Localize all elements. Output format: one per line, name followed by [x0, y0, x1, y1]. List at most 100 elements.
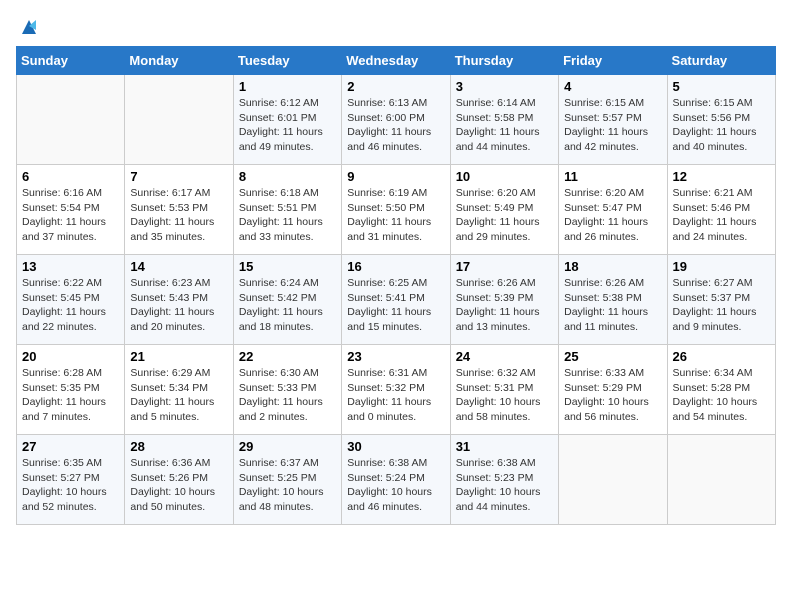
day-number: 1	[239, 79, 336, 94]
calendar-cell: 22 Sunrise: 6:30 AM Sunset: 5:33 PM Dayli…	[233, 345, 341, 435]
day-number: 25	[564, 349, 661, 364]
calendar-header-row: SundayMondayTuesdayWednesdayThursdayFrid…	[17, 47, 776, 75]
day-number: 24	[456, 349, 553, 364]
day-info: Sunrise: 6:17 AM Sunset: 5:53 PM Dayligh…	[130, 186, 227, 245]
day-info: Sunrise: 6:37 AM Sunset: 5:25 PM Dayligh…	[239, 456, 336, 515]
calendar-cell: 11Sunrise: 6:20 AM Sunset: 5:47 PM Dayli…	[559, 165, 667, 255]
calendar-cell: 30Sunrise: 6:38 AM Sunset: 5:24 PM Dayli…	[342, 435, 450, 525]
calendar-cell: 21 Sunrise: 6:29 AM Sunset: 5:34 PM Dayli…	[125, 345, 233, 435]
day-info: Sunrise: 6:28 AM Sunset: 5:35 PM Dayligh…	[22, 366, 119, 425]
day-info: Sunrise: 6:32 AM Sunset: 5:31 PM Dayligh…	[456, 366, 553, 425]
calendar-table: SundayMondayTuesdayWednesdayThursdayFrid…	[16, 46, 776, 525]
calendar-cell	[667, 435, 775, 525]
day-info: Sunrise: 6:21 AM Sunset: 5:46 PM Dayligh…	[673, 186, 770, 245]
calendar-week-row: 6 Sunrise: 6:16 AM Sunset: 5:54 PM Daylig…	[17, 165, 776, 255]
header-sunday: Sunday	[17, 47, 125, 75]
day-info: Sunrise: 6:30 AM Sunset: 5:33 PM Dayligh…	[239, 366, 336, 425]
day-number: 15	[239, 259, 336, 274]
calendar-cell: 2Sunrise: 6:13 AM Sunset: 6:00 PM Daylig…	[342, 75, 450, 165]
calendar-cell: 16 Sunrise: 6:25 AM Sunset: 5:41 PM Dayli…	[342, 255, 450, 345]
day-info: Sunrise: 6:26 AM Sunset: 5:38 PM Dayligh…	[564, 276, 661, 335]
day-info: Sunrise: 6:14 AM Sunset: 5:58 PM Dayligh…	[456, 96, 553, 155]
calendar-cell: 13Sunrise: 6:22 AM Sunset: 5:45 PM Dayli…	[17, 255, 125, 345]
calendar-cell: 20Sunrise: 6:28 AM Sunset: 5:35 PM Dayli…	[17, 345, 125, 435]
header-monday: Monday	[125, 47, 233, 75]
calendar-cell: 23 Sunrise: 6:31 AM Sunset: 5:32 PM Dayli…	[342, 345, 450, 435]
day-number: 29	[239, 439, 336, 454]
calendar-cell: 27 Sunrise: 6:35 AM Sunset: 5:27 PM Dayli…	[17, 435, 125, 525]
day-info: Sunrise: 6:29 AM Sunset: 5:34 PM Dayligh…	[130, 366, 227, 425]
day-info: Sunrise: 6:13 AM Sunset: 6:00 PM Dayligh…	[347, 96, 444, 155]
day-info: Sunrise: 6:26 AM Sunset: 5:39 PM Dayligh…	[456, 276, 553, 335]
calendar-cell: 3 Sunrise: 6:14 AM Sunset: 5:58 PM Daylig…	[450, 75, 558, 165]
header-friday: Friday	[559, 47, 667, 75]
day-info: Sunrise: 6:38 AM Sunset: 5:23 PM Dayligh…	[456, 456, 553, 515]
day-info: Sunrise: 6:35 AM Sunset: 5:27 PM Dayligh…	[22, 456, 119, 515]
day-info: Sunrise: 6:31 AM Sunset: 5:32 PM Dayligh…	[347, 366, 444, 425]
calendar-cell: 5Sunrise: 6:15 AM Sunset: 5:56 PM Daylig…	[667, 75, 775, 165]
calendar-cell: 14Sunrise: 6:23 AM Sunset: 5:43 PM Dayli…	[125, 255, 233, 345]
day-number: 12	[673, 169, 770, 184]
calendar-cell: 29 Sunrise: 6:37 AM Sunset: 5:25 PM Dayli…	[233, 435, 341, 525]
calendar-cell: 1 Sunrise: 6:12 AM Sunset: 6:01 PM Daylig…	[233, 75, 341, 165]
logo-icon	[18, 16, 40, 38]
calendar-cell: 12 Sunrise: 6:21 AM Sunset: 5:46 PM Dayli…	[667, 165, 775, 255]
day-number: 18	[564, 259, 661, 274]
page-header	[16, 16, 776, 38]
day-number: 16	[347, 259, 444, 274]
calendar-cell: 9 Sunrise: 6:19 AM Sunset: 5:50 PM Daylig…	[342, 165, 450, 255]
calendar-cell: 17 Sunrise: 6:26 AM Sunset: 5:39 PM Dayli…	[450, 255, 558, 345]
day-info: Sunrise: 6:25 AM Sunset: 5:41 PM Dayligh…	[347, 276, 444, 335]
day-number: 30	[347, 439, 444, 454]
day-number: 4	[564, 79, 661, 94]
calendar-cell: 19 Sunrise: 6:27 AM Sunset: 5:37 PM Dayli…	[667, 255, 775, 345]
calendar-cell	[559, 435, 667, 525]
day-info: Sunrise: 6:19 AM Sunset: 5:50 PM Dayligh…	[347, 186, 444, 245]
day-number: 21	[130, 349, 227, 364]
day-number: 11	[564, 169, 661, 184]
calendar-cell: 6 Sunrise: 6:16 AM Sunset: 5:54 PM Daylig…	[17, 165, 125, 255]
day-number: 19	[673, 259, 770, 274]
calendar-cell: 7Sunrise: 6:17 AM Sunset: 5:53 PM Daylig…	[125, 165, 233, 255]
calendar-week-row: 1 Sunrise: 6:12 AM Sunset: 6:01 PM Daylig…	[17, 75, 776, 165]
header-thursday: Thursday	[450, 47, 558, 75]
calendar-cell: 10 Sunrise: 6:20 AM Sunset: 5:49 PM Dayli…	[450, 165, 558, 255]
calendar-cell: 18 Sunrise: 6:26 AM Sunset: 5:38 PM Dayli…	[559, 255, 667, 345]
header-tuesday: Tuesday	[233, 47, 341, 75]
day-info: Sunrise: 6:34 AM Sunset: 5:28 PM Dayligh…	[673, 366, 770, 425]
day-number: 6	[22, 169, 119, 184]
day-info: Sunrise: 6:36 AM Sunset: 5:26 PM Dayligh…	[130, 456, 227, 515]
calendar-cell: 31 Sunrise: 6:38 AM Sunset: 5:23 PM Dayli…	[450, 435, 558, 525]
day-number: 27	[22, 439, 119, 454]
day-info: Sunrise: 6:18 AM Sunset: 5:51 PM Dayligh…	[239, 186, 336, 245]
header-wednesday: Wednesday	[342, 47, 450, 75]
day-info: Sunrise: 6:15 AM Sunset: 5:57 PM Dayligh…	[564, 96, 661, 155]
logo	[16, 16, 40, 38]
day-number: 8	[239, 169, 336, 184]
day-number: 9	[347, 169, 444, 184]
calendar-week-row: 13Sunrise: 6:22 AM Sunset: 5:45 PM Dayli…	[17, 255, 776, 345]
day-number: 26	[673, 349, 770, 364]
day-info: Sunrise: 6:33 AM Sunset: 5:29 PM Dayligh…	[564, 366, 661, 425]
day-number: 3	[456, 79, 553, 94]
day-number: 28	[130, 439, 227, 454]
day-number: 17	[456, 259, 553, 274]
calendar-cell: 26 Sunrise: 6:34 AM Sunset: 5:28 PM Dayli…	[667, 345, 775, 435]
day-info: Sunrise: 6:24 AM Sunset: 5:42 PM Dayligh…	[239, 276, 336, 335]
day-info: Sunrise: 6:16 AM Sunset: 5:54 PM Dayligh…	[22, 186, 119, 245]
calendar-cell: 4 Sunrise: 6:15 AM Sunset: 5:57 PM Daylig…	[559, 75, 667, 165]
day-info: Sunrise: 6:27 AM Sunset: 5:37 PM Dayligh…	[673, 276, 770, 335]
calendar-cell: 15 Sunrise: 6:24 AM Sunset: 5:42 PM Dayli…	[233, 255, 341, 345]
day-number: 10	[456, 169, 553, 184]
calendar-cell: 28 Sunrise: 6:36 AM Sunset: 5:26 PM Dayli…	[125, 435, 233, 525]
day-info: Sunrise: 6:22 AM Sunset: 5:45 PM Dayligh…	[22, 276, 119, 335]
day-info: Sunrise: 6:20 AM Sunset: 5:49 PM Dayligh…	[456, 186, 553, 245]
calendar-cell: 24 Sunrise: 6:32 AM Sunset: 5:31 PM Dayli…	[450, 345, 558, 435]
day-number: 23	[347, 349, 444, 364]
calendar-week-row: 20Sunrise: 6:28 AM Sunset: 5:35 PM Dayli…	[17, 345, 776, 435]
day-info: Sunrise: 6:12 AM Sunset: 6:01 PM Dayligh…	[239, 96, 336, 155]
day-number: 31	[456, 439, 553, 454]
calendar-cell: 8 Sunrise: 6:18 AM Sunset: 5:51 PM Daylig…	[233, 165, 341, 255]
day-number: 22	[239, 349, 336, 364]
day-number: 14	[130, 259, 227, 274]
